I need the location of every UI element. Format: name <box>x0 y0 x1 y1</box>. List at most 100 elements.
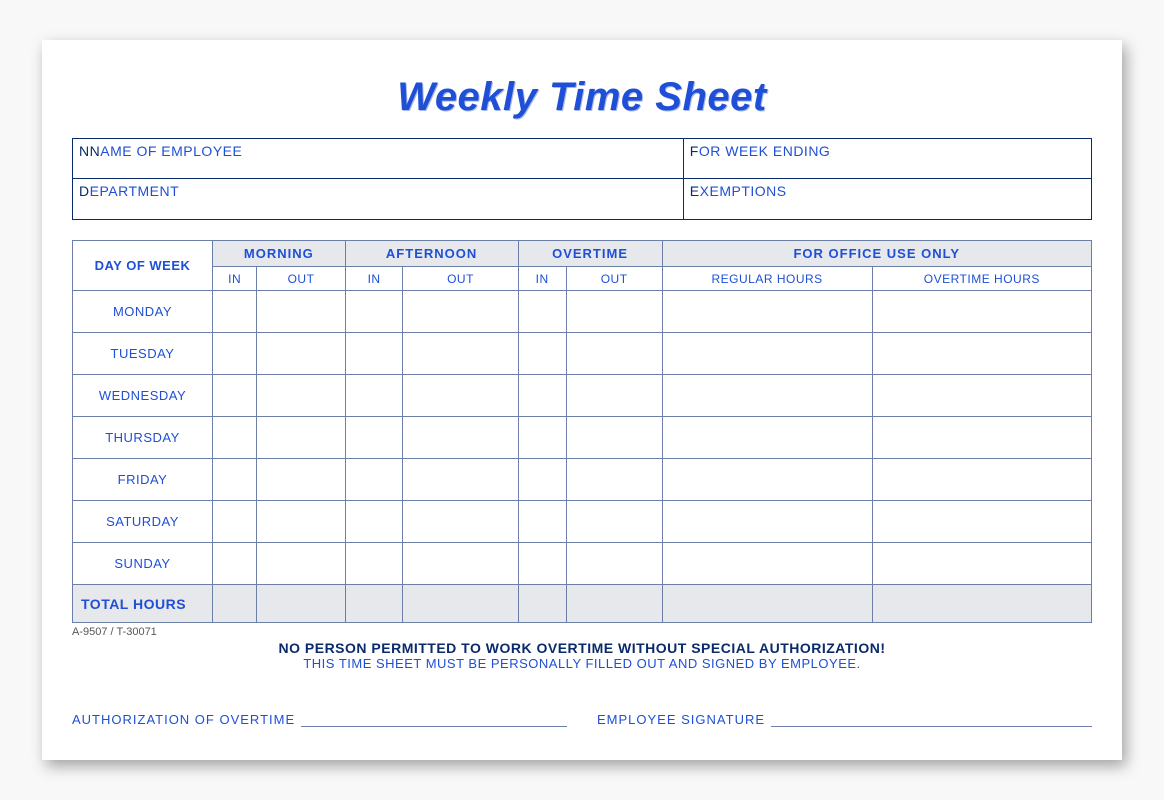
day-label: SUNDAY <box>73 543 213 585</box>
time-cell[interactable] <box>518 543 566 585</box>
time-cell[interactable] <box>566 333 662 375</box>
authorization-signature-line[interactable] <box>301 711 567 727</box>
employee-signature-line[interactable] <box>771 711 1092 727</box>
overtime-out-header: OUT <box>566 267 662 291</box>
day-label: FRIDAY <box>73 459 213 501</box>
signature-row: AUTHORIZATION OF OVERTIME EMPLOYEE SIGNA… <box>72 711 1092 727</box>
time-cell[interactable] <box>213 333 257 375</box>
time-cell[interactable] <box>518 501 566 543</box>
time-cell[interactable] <box>257 375 345 417</box>
morning-out-header: OUT <box>257 267 345 291</box>
time-cell[interactable] <box>257 417 345 459</box>
day-of-week-header: DAY OF WEEK <box>73 241 213 291</box>
time-cell[interactable] <box>403 375 518 417</box>
morning-header: MORNING <box>213 241 346 267</box>
time-cell[interactable] <box>403 291 518 333</box>
time-cell[interactable] <box>213 543 257 585</box>
time-cell[interactable] <box>403 417 518 459</box>
form-title: Weekly Time Sheet <box>72 75 1092 120</box>
time-cell[interactable] <box>518 333 566 375</box>
time-cell[interactable] <box>518 375 566 417</box>
form-code: A-9507 / T-30071 <box>72 626 1092 638</box>
time-cell[interactable] <box>213 417 257 459</box>
exemptions-field[interactable]: EXEMPTIONS <box>684 179 1091 219</box>
table-row: TUESDAY <box>73 333 1092 375</box>
time-cell[interactable] <box>345 543 403 585</box>
time-cell[interactable] <box>257 459 345 501</box>
total-hours-label: TOTAL HOURS <box>73 585 213 623</box>
time-cell[interactable] <box>213 459 257 501</box>
time-cell[interactable] <box>566 501 662 543</box>
time-cell[interactable] <box>345 417 403 459</box>
hours-table: DAY OF WEEK MORNING AFTERNOON OVERTIME F… <box>72 240 1092 623</box>
time-cell[interactable] <box>345 375 403 417</box>
time-cell[interactable] <box>345 459 403 501</box>
time-cell[interactable] <box>566 543 662 585</box>
time-cell[interactable] <box>257 501 345 543</box>
time-cell[interactable] <box>345 291 403 333</box>
total-cell[interactable] <box>662 585 872 623</box>
office-use-header: FOR OFFICE USE ONLY <box>662 241 1091 267</box>
regular-hours-header: REGULAR HOURS <box>662 267 872 291</box>
time-cell[interactable] <box>403 501 518 543</box>
time-cell[interactable] <box>566 459 662 501</box>
time-cell[interactable] <box>566 291 662 333</box>
overtime-in-header: IN <box>518 267 566 291</box>
fillout-instruction: THIS TIME SHEET MUST BE PERSONALLY FILLE… <box>72 656 1092 671</box>
time-cell[interactable] <box>872 543 1091 585</box>
time-cell[interactable] <box>213 291 257 333</box>
afternoon-header: AFTERNOON <box>345 241 518 267</box>
time-cell[interactable] <box>403 543 518 585</box>
day-label: THURSDAY <box>73 417 213 459</box>
table-row: SUNDAY <box>73 543 1092 585</box>
time-cell[interactable] <box>662 375 872 417</box>
time-cell[interactable] <box>257 543 345 585</box>
time-cell[interactable] <box>872 459 1091 501</box>
table-row: MONDAY <box>73 291 1092 333</box>
employee-signature-label: EMPLOYEE SIGNATURE <box>597 712 765 727</box>
time-cell[interactable] <box>662 501 872 543</box>
time-cell[interactable] <box>872 375 1091 417</box>
week-ending-field[interactable]: FOR WEEK ENDING <box>684 139 1091 179</box>
time-cell[interactable] <box>403 459 518 501</box>
total-cell[interactable] <box>257 585 345 623</box>
time-cell[interactable] <box>566 417 662 459</box>
time-cell[interactable] <box>518 291 566 333</box>
time-cell[interactable] <box>566 375 662 417</box>
time-cell[interactable] <box>662 417 872 459</box>
total-cell[interactable] <box>345 585 403 623</box>
overtime-warning: NO PERSON PERMITTED TO WORK OVERTIME WIT… <box>72 640 1092 656</box>
time-cell[interactable] <box>213 375 257 417</box>
table-row: SATURDAY <box>73 501 1092 543</box>
time-cell[interactable] <box>345 333 403 375</box>
total-cell[interactable] <box>403 585 518 623</box>
overtime-header: OVERTIME <box>518 241 662 267</box>
day-label: TUESDAY <box>73 333 213 375</box>
table-row: WEDNESDAY <box>73 375 1092 417</box>
table-row: FRIDAY <box>73 459 1092 501</box>
time-cell[interactable] <box>662 543 872 585</box>
time-cell[interactable] <box>872 333 1091 375</box>
time-cell[interactable] <box>872 417 1091 459</box>
time-cell[interactable] <box>662 333 872 375</box>
time-cell[interactable] <box>257 291 345 333</box>
department-field[interactable]: DEPARTMENT <box>73 179 684 219</box>
time-cell[interactable] <box>345 501 403 543</box>
time-cell[interactable] <box>872 501 1091 543</box>
time-cell[interactable] <box>518 417 566 459</box>
total-cell[interactable] <box>566 585 662 623</box>
time-cell[interactable] <box>662 459 872 501</box>
time-cell[interactable] <box>257 333 345 375</box>
overtime-hours-header: OVERTIME HOURS <box>872 267 1091 291</box>
name-of-employee-field[interactable]: NNAME OF EMPLOYEE <box>73 139 684 179</box>
time-cell[interactable] <box>213 501 257 543</box>
total-cell[interactable] <box>872 585 1091 623</box>
time-cell[interactable] <box>518 459 566 501</box>
employee-info-box: NNAME OF EMPLOYEE FOR WEEK ENDING DEPART… <box>72 138 1092 220</box>
time-cell[interactable] <box>403 333 518 375</box>
total-cell[interactable] <box>213 585 257 623</box>
total-cell[interactable] <box>518 585 566 623</box>
time-cell[interactable] <box>872 291 1091 333</box>
time-cell[interactable] <box>662 291 872 333</box>
morning-in-header: IN <box>213 267 257 291</box>
